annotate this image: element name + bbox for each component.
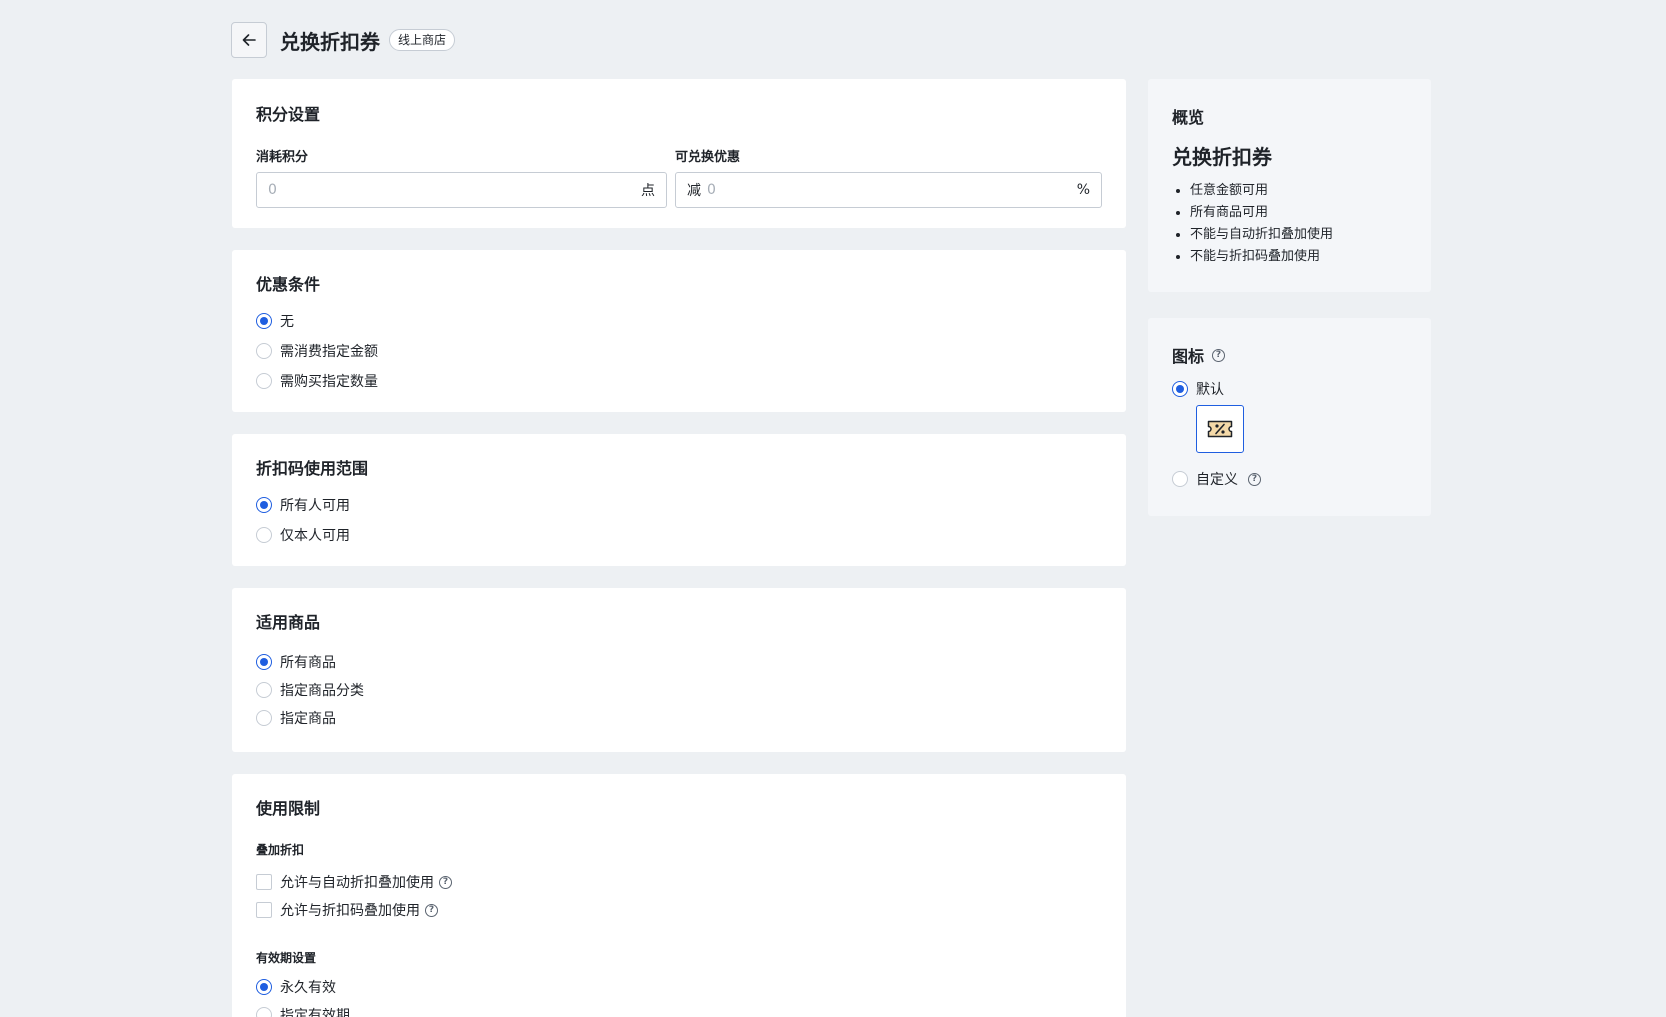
stack-option-discount-code[interactable]: 允许与折扣码叠加使用 ? xyxy=(256,900,438,920)
points-unit-suffix: 点 xyxy=(641,183,655,199)
option-label: 指定商品 xyxy=(280,711,336,727)
radio-button[interactable] xyxy=(256,654,272,670)
option-label: 需消费指定金额 xyxy=(280,344,378,360)
overview-title: 兑换折扣券 xyxy=(1172,145,1272,169)
scope-option-self-only[interactable]: 仅本人可用 xyxy=(256,525,350,545)
radio-button[interactable] xyxy=(256,527,272,543)
help-icon[interactable]: ? xyxy=(1248,472,1261,486)
points-settings-title: 积分设置 xyxy=(256,105,321,124)
icon-option-custom[interactable]: 自定义 ? xyxy=(1172,469,1261,489)
back-button[interactable] xyxy=(231,22,267,58)
discount-input[interactable] xyxy=(707,182,1077,198)
condition-option-min-quantity[interactable]: 需购买指定数量 xyxy=(256,371,378,391)
validity-option-date-range[interactable]: 指定有效期 xyxy=(256,1005,350,1017)
stack-discount-label: 叠加折扣 xyxy=(256,843,305,857)
validity-label: 有效期设置 xyxy=(256,951,317,965)
radio-button[interactable] xyxy=(256,682,272,698)
overview-list: 任意金额可用 所有商品可用 不能与自动折扣叠加使用 不能与折扣码叠加使用 xyxy=(1172,180,1333,268)
radio-button[interactable] xyxy=(1172,471,1188,487)
points-cost-input[interactable] xyxy=(268,182,641,198)
option-label: 允许与自动折扣叠加使用 xyxy=(280,875,434,891)
limits-card: 使用限制 叠加折扣 允许与自动折扣叠加使用 ? 允许与折扣码叠加使用 ? 有效期… xyxy=(232,774,1126,1017)
overview-item: 所有商品可用 xyxy=(1190,202,1333,224)
checkbox[interactable] xyxy=(256,874,272,890)
icon-settings-card: 图标 ? 默认 自定义 ? xyxy=(1148,318,1431,516)
radio-button[interactable] xyxy=(256,343,272,359)
radio-button[interactable] xyxy=(256,497,272,513)
option-label: 永久有效 xyxy=(280,980,336,996)
discount-ticket-icon xyxy=(1207,420,1233,438)
help-icon[interactable]: ? xyxy=(439,875,452,889)
radio-button[interactable] xyxy=(256,1007,272,1017)
icon-option-default[interactable]: 默认 xyxy=(1172,379,1224,399)
option-label: 指定有效期 xyxy=(280,1008,350,1017)
products-card: 适用商品 所有商品 指定商品分类 指定商品 xyxy=(232,588,1126,752)
radio-button[interactable] xyxy=(256,313,272,329)
option-label: 所有商品 xyxy=(280,655,336,671)
radio-button[interactable] xyxy=(256,373,272,389)
arrow-left-icon xyxy=(242,34,256,46)
product-option-specific[interactable]: 指定商品 xyxy=(256,708,336,728)
store-badge: 线上商店 xyxy=(389,29,456,51)
points-cost-input-wrapper: 点 xyxy=(256,172,667,208)
overview-item: 不能与自动折扣叠加使用 xyxy=(1190,224,1333,246)
product-option-all[interactable]: 所有商品 xyxy=(256,652,336,672)
help-icon[interactable]: ? xyxy=(1212,348,1226,362)
overview-card: 概览 兑换折扣券 任意金额可用 所有商品可用 不能与自动折扣叠加使用 不能与折扣… xyxy=(1148,79,1431,292)
scope-option-everyone[interactable]: 所有人可用 xyxy=(256,495,350,515)
points-cost-label: 消耗积分 xyxy=(256,150,309,165)
conditions-title: 优惠条件 xyxy=(256,275,321,294)
code-scope-card: 折扣码使用范围 所有人可用 仅本人可用 xyxy=(232,434,1126,566)
discount-label: 可兑换优惠 xyxy=(675,150,741,165)
code-scope-title: 折扣码使用范围 xyxy=(256,459,369,478)
option-label: 需购买指定数量 xyxy=(280,374,378,390)
discount-prefix: 减 xyxy=(687,183,701,199)
overview-heading: 概览 xyxy=(1172,108,1205,127)
option-label: 允许与折扣码叠加使用 xyxy=(280,903,420,919)
icon-settings-title: 图标 ? xyxy=(1172,343,1226,367)
points-settings-card: 积分设置 消耗积分 点 可兑换优惠 减 % xyxy=(232,79,1126,228)
conditions-card: 优惠条件 无 需消费指定金额 需购买指定数量 xyxy=(232,250,1126,412)
help-icon[interactable]: ? xyxy=(425,903,438,917)
icon-settings-title-text: 图标 xyxy=(1172,347,1205,366)
radio-button[interactable] xyxy=(1172,381,1188,397)
checkbox[interactable] xyxy=(256,902,272,918)
page-header: 兑换折扣券 线上商店 xyxy=(231,22,456,58)
overview-item: 任意金额可用 xyxy=(1190,180,1333,202)
limits-title: 使用限制 xyxy=(256,799,321,818)
overview-item: 不能与折扣码叠加使用 xyxy=(1190,246,1333,268)
product-option-category[interactable]: 指定商品分类 xyxy=(256,680,364,700)
default-icon-tile[interactable] xyxy=(1196,405,1244,453)
option-label: 自定义 xyxy=(1196,472,1238,488)
condition-option-none[interactable]: 无 xyxy=(256,311,294,331)
option-label: 无 xyxy=(280,314,294,330)
products-title: 适用商品 xyxy=(256,613,321,632)
radio-button[interactable] xyxy=(256,979,272,995)
option-label: 所有人可用 xyxy=(280,498,350,514)
discount-percent-suffix: % xyxy=(1076,182,1090,198)
discount-input-wrapper: 减 % xyxy=(675,172,1102,208)
condition-option-min-amount[interactable]: 需消费指定金额 xyxy=(256,341,378,361)
option-label: 指定商品分类 xyxy=(280,683,364,699)
page-title: 兑换折扣券 xyxy=(280,29,380,54)
option-label: 默认 xyxy=(1196,382,1224,398)
validity-option-permanent[interactable]: 永久有效 xyxy=(256,977,336,997)
stack-option-auto-discount[interactable]: 允许与自动折扣叠加使用 ? xyxy=(256,872,452,892)
option-label: 仅本人可用 xyxy=(280,528,350,544)
radio-button[interactable] xyxy=(256,710,272,726)
